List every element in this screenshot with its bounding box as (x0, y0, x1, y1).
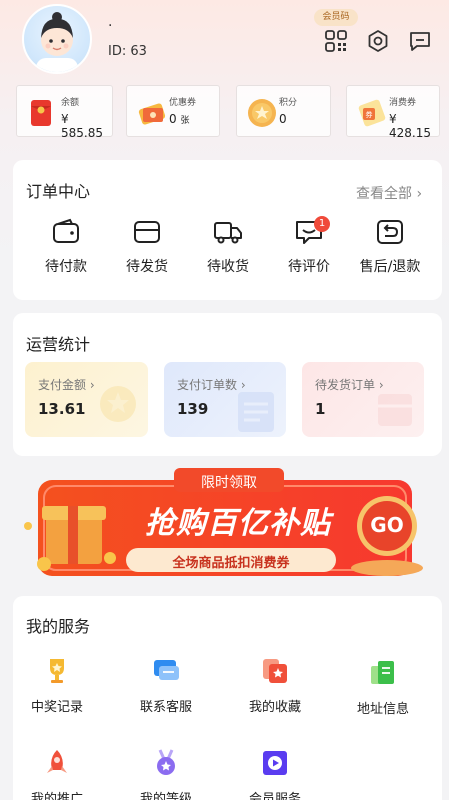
asset-points[interactable]: 积分 0 (236, 85, 331, 137)
order-pending-review[interactable]: 待评价 (269, 216, 349, 276)
video-icon (263, 751, 287, 775)
qr-code-icon[interactable] (323, 28, 349, 54)
box-watermark-icon (378, 394, 412, 426)
promo-subtitle: 全场商品抵扣消费券 (172, 556, 290, 571)
wallet-icon (53, 218, 79, 243)
services-title: 我的服务 (26, 617, 91, 636)
red-envelope-icon (31, 100, 51, 126)
coin-watermark-icon (100, 386, 136, 422)
promo-go-button[interactable]: GO (362, 513, 412, 537)
service-prize-records[interactable]: 中奖记录 (12, 656, 102, 715)
rocket-icon (47, 750, 67, 773)
asset-value: 0 (279, 112, 287, 126)
coupon-icon (138, 103, 166, 125)
order-label: 待收货 (207, 259, 249, 275)
service-label: 我的收藏 (248, 700, 301, 715)
view-all-orders-link[interactable]: 查看全部 › (356, 183, 422, 203)
service-member[interactable]: 会员服务 (230, 748, 320, 800)
avatar[interactable] (22, 4, 92, 74)
order-label: 待发货 (126, 259, 168, 275)
points-coin-icon (248, 99, 276, 127)
stat-order-count[interactable]: 支付订单数 › 139 (164, 362, 286, 437)
order-pending-shipment[interactable]: 待发货 (107, 216, 187, 276)
asset-unit: 张 (180, 116, 190, 126)
order-pending-receipt[interactable]: 待收货 (188, 216, 268, 276)
truck-icon (214, 222, 242, 244)
service-customer-support[interactable]: 联系客服 (121, 656, 211, 715)
review-count-badge: 1 (314, 216, 330, 232)
return-icon (377, 220, 403, 244)
chevron-right-icon: › (89, 378, 95, 392)
stats-title: 运营统计 (26, 335, 91, 354)
service-label: 地址信息 (356, 702, 409, 717)
asset-coupon[interactable]: 优惠券 0 张 (126, 85, 220, 137)
order-label: 待评价 (288, 259, 330, 275)
service-label: 会员服务 (248, 792, 301, 800)
address-icon (371, 661, 394, 684)
medal-icon (157, 749, 175, 775)
svg-text:券: 券 (366, 110, 373, 119)
promo-tag: 限时领取 (201, 475, 257, 491)
service-my-promotion[interactable]: 我的推广 (12, 748, 102, 800)
asset-value: ¥ 428.15 (389, 112, 431, 140)
asset-label: 余额 (61, 98, 80, 108)
stat-pending-shipment[interactable]: 待发货订单 › 1 (302, 362, 424, 437)
user-id: ID: 63 (108, 44, 147, 59)
promo-headline: 抢购百亿补贴 (145, 506, 331, 541)
service-my-level[interactable]: 我的等级 (121, 748, 211, 800)
service-label: 我的等级 (139, 792, 192, 800)
stat-value: 13.61 (38, 400, 86, 418)
box-icon (134, 221, 160, 243)
service-label: 中奖记录 (30, 700, 83, 715)
asset-voucher[interactable]: 券 消费券 ¥ 428.15 (346, 85, 440, 140)
message-icon[interactable] (407, 28, 433, 54)
trophy-icon (50, 659, 64, 683)
service-label: 我的推广 (30, 792, 83, 800)
asset-value: 0 张 (169, 112, 190, 126)
order-center-title: 订单中心 (26, 182, 91, 201)
user-name: · (108, 18, 113, 34)
stat-payment-amount[interactable]: 支付金额 › 13.61 (25, 362, 148, 437)
order-pending-payment[interactable]: 待付款 (26, 216, 106, 276)
asset-label: 积分 (279, 98, 298, 108)
asset-label: 消费券 (389, 98, 417, 108)
chat-icon (154, 660, 179, 680)
order-label: 售后/退款 (359, 259, 421, 275)
order-label: 待付款 (45, 259, 87, 275)
view-all-label: 查看全部 (356, 186, 412, 202)
asset-value: ¥ 585.85 (61, 112, 103, 140)
favorite-icon (263, 659, 287, 683)
document-watermark-icon (238, 392, 274, 432)
service-label: 联系客服 (139, 700, 192, 715)
stat-value: 1 (315, 400, 326, 418)
order-after-sales[interactable]: 售后/退款 (350, 216, 430, 276)
avatar-image (36, 12, 78, 72)
stat-label: 支付金额 › (38, 378, 95, 392)
asset-label: 优惠券 (169, 98, 197, 108)
stat-value: 139 (177, 400, 209, 418)
service-my-favorites[interactable]: 我的收藏 (230, 656, 320, 715)
service-address-info[interactable]: 地址信息 (338, 658, 428, 717)
vip-code-badge[interactable]: 会员码 (314, 9, 358, 26)
voucher-icon: 券 (358, 99, 386, 127)
chevron-right-icon: › (416, 186, 423, 202)
promo-banner[interactable]: 限时领取 抢购百亿补贴 全场商品抵扣消费券 GO (14, 466, 436, 580)
settings-icon[interactable] (365, 28, 391, 54)
asset-balance[interactable]: 余额 ¥ 585.85 (16, 85, 113, 140)
